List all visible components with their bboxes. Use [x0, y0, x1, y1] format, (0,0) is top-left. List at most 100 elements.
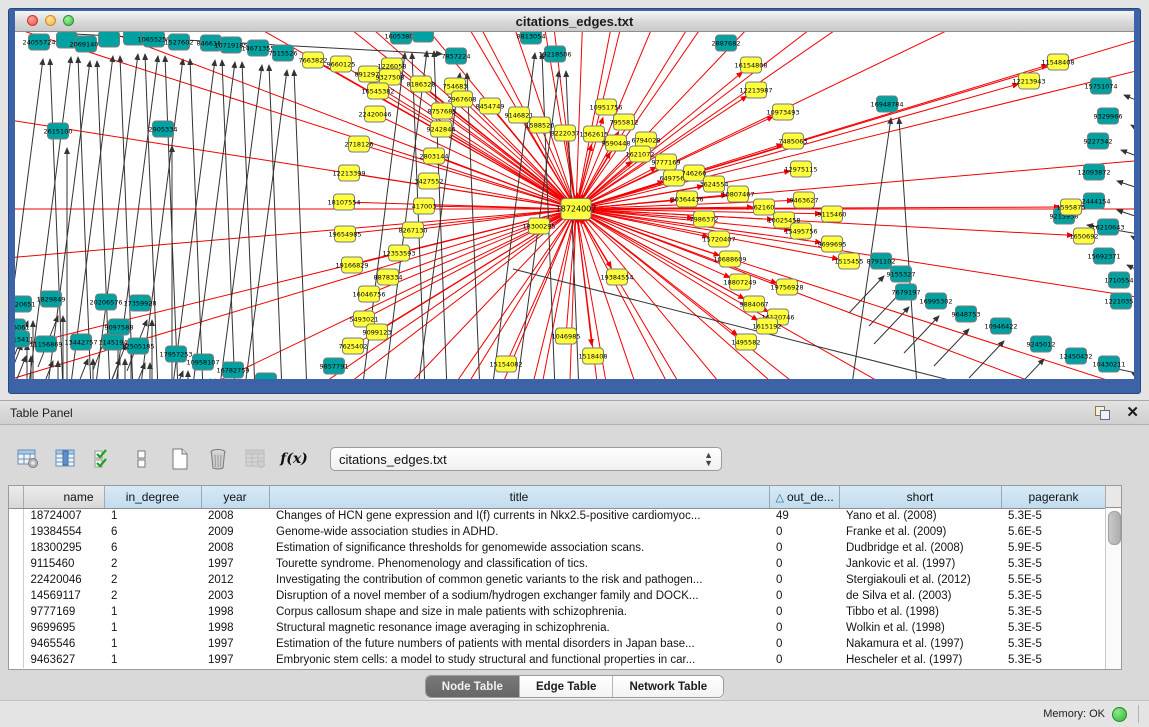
cell-pagerank[interactable]: 5.5E-5	[1001, 572, 1106, 588]
cell-title[interactable]: Genome-wide association studies in ADHD.	[269, 524, 769, 540]
citation-network-graph[interactable]: 2405572420691406106552571527602846616010…	[15, 32, 1134, 379]
cell-name[interactable]: 9465546	[23, 636, 104, 652]
graph-node[interactable]	[99, 32, 120, 47]
function-builder-icon[interactable]: f(x)	[280, 445, 308, 473]
cell-short[interactable]: Jankovic et al. (1997)	[839, 556, 1001, 572]
cell-name[interactable]: 9463627	[23, 652, 104, 668]
cell-in_degree[interactable]: 1	[104, 652, 201, 668]
cell-title[interactable]: Structural magnetic resonance image aver…	[269, 620, 769, 636]
cell-out_degree[interactable]: 0	[769, 572, 839, 588]
cell-title[interactable]: Tourette syndrome. Phenomenology and cla…	[269, 556, 769, 572]
cell-year[interactable]: 1997	[201, 652, 269, 668]
cell-out_degree[interactable]: 0	[769, 556, 839, 572]
column-header-in_degree[interactable]: in_degree	[104, 486, 201, 508]
column-visibility-icon[interactable]	[90, 445, 118, 473]
cell-short[interactable]: Nakamura et al. (1997)	[839, 636, 1001, 652]
cell-title[interactable]: Corpus callosum shape and size in male p…	[269, 604, 769, 620]
cell-year[interactable]: 1997	[201, 636, 269, 652]
tab-network-table[interactable]: Network Table	[613, 676, 723, 697]
cell-year[interactable]: 2008	[201, 540, 269, 556]
cell-out_degree[interactable]: 0	[769, 524, 839, 540]
column-header-title[interactable]: title	[269, 486, 769, 508]
cell-name[interactable]: 9699695	[23, 620, 104, 636]
cell-out_degree[interactable]: 0	[769, 620, 839, 636]
table-row[interactable]: 1938455462009Genome-wide association stu…	[9, 524, 1106, 540]
table-row[interactable]: 1872400712008Changes of HCN gene express…	[9, 508, 1106, 524]
table-row[interactable]: 977716911998Corpus callosum shape and si…	[9, 604, 1106, 620]
cell-pagerank[interactable]: 5.6E-5	[1001, 524, 1106, 540]
cell-pagerank[interactable]: 5.3E-5	[1001, 508, 1106, 524]
cell-short[interactable]: Hescheler et al. (1997)	[839, 652, 1001, 668]
cell-short[interactable]: Franke et al. (2009)	[839, 524, 1001, 540]
minimize-window-button[interactable]	[45, 15, 56, 26]
network-window-titlebar[interactable]: citations_edges.txt	[15, 11, 1134, 32]
cell-short[interactable]: Stergiakouli et al. (2012)	[839, 572, 1001, 588]
zoom-window-button[interactable]	[63, 15, 74, 26]
show-columns-icon[interactable]	[52, 445, 80, 473]
column-header-out_degree[interactable]: △out_de...	[769, 486, 839, 508]
cell-short[interactable]: Dudbridge et al. (2008)	[839, 540, 1001, 556]
column-header-year[interactable]: year	[201, 486, 269, 508]
cell-in_degree[interactable]: 1	[104, 604, 201, 620]
cell-in_degree[interactable]: 6	[104, 524, 201, 540]
cell-in_degree[interactable]: 1	[104, 636, 201, 652]
scrollbar-thumb[interactable]	[1108, 511, 1121, 545]
cell-short[interactable]: Tibbo et al. (1998)	[839, 604, 1001, 620]
table-row[interactable]: 911546021997Tourette syndrome. Phenomeno…	[9, 556, 1106, 572]
cell-pagerank[interactable]: 5.9E-5	[1001, 540, 1106, 556]
cell-short[interactable]: de Silva et al. (2003)	[839, 588, 1001, 604]
create-column-icon[interactable]	[166, 445, 194, 473]
cell-out_degree[interactable]: 0	[769, 588, 839, 604]
cell-pagerank[interactable]: 5.3E-5	[1001, 604, 1106, 620]
cell-name[interactable]: 14569117	[23, 588, 104, 604]
cell-year[interactable]: 1998	[201, 604, 269, 620]
table-row[interactable]: 1456911722003Disruption of a novel membe…	[9, 588, 1106, 604]
table-select-dropdown[interactable]: citations_edges.txt▲▼	[330, 447, 722, 471]
cell-title[interactable]: Estimation of significance thresholds fo…	[269, 540, 769, 556]
cell-title[interactable]: Changes of HCN gene expression and I(f) …	[269, 508, 769, 524]
cell-name[interactable]: 22420046	[23, 572, 104, 588]
table-row[interactable]: 946362711997Embryonic stem cells: a mode…	[9, 652, 1106, 668]
cell-title[interactable]: Embryonic stem cells: a model to study s…	[269, 652, 769, 668]
cell-title[interactable]: Estimation of the future numbers of pati…	[269, 636, 769, 652]
cell-name[interactable]: 9115460	[23, 556, 104, 572]
cell-out_degree[interactable]: 0	[769, 604, 839, 620]
cell-pagerank[interactable]: 5.3E-5	[1001, 636, 1106, 652]
table-row[interactable]: 946554611997Estimation of the future num…	[9, 636, 1106, 652]
row-height-icon[interactable]	[128, 445, 156, 473]
cell-short[interactable]: Wolkin et al. (1998)	[839, 620, 1001, 636]
delete-column-icon[interactable]	[204, 445, 232, 473]
cell-name[interactable]: 18724007	[23, 508, 104, 524]
cell-pagerank[interactable]: 5.3E-5	[1001, 620, 1106, 636]
cell-name[interactable]: 9777169	[23, 604, 104, 620]
cell-pagerank[interactable]: 5.3E-5	[1001, 556, 1106, 572]
cell-out_degree[interactable]: 0	[769, 540, 839, 556]
table-mode-icon[interactable]	[14, 445, 42, 473]
cell-name[interactable]: 18300295	[23, 540, 104, 556]
cell-out_degree[interactable]: 0	[769, 652, 839, 668]
cell-name[interactable]: 19384554	[23, 524, 104, 540]
tab-node-table[interactable]: Node Table	[426, 676, 520, 697]
cell-pagerank[interactable]: 5.3E-5	[1001, 652, 1106, 668]
table-row[interactable]: 2242004622012Investigating the contribut…	[9, 572, 1106, 588]
cell-in_degree[interactable]: 6	[104, 540, 201, 556]
cell-out_degree[interactable]: 49	[769, 508, 839, 524]
cell-in_degree[interactable]: 2	[104, 588, 201, 604]
cell-in_degree[interactable]: 2	[104, 556, 201, 572]
cell-in_degree[interactable]: 1	[104, 620, 201, 636]
column-header-short[interactable]: short	[839, 486, 1001, 508]
cell-pagerank[interactable]: 5.3E-5	[1001, 588, 1106, 604]
cell-title[interactable]: Disruption of a novel member of a sodium…	[269, 588, 769, 604]
cell-year[interactable]: 2008	[201, 508, 269, 524]
graph-node[interactable]	[413, 32, 434, 42]
cell-in_degree[interactable]: 2	[104, 572, 201, 588]
cell-in_degree[interactable]: 1	[104, 508, 201, 524]
table-row[interactable]: 969969511998Structural magnetic resonanc…	[9, 620, 1106, 636]
tab-edge-table[interactable]: Edge Table	[520, 676, 614, 697]
column-header-pagerank[interactable]: pagerank	[1001, 486, 1106, 508]
cell-out_degree[interactable]: 0	[769, 636, 839, 652]
float-panel-icon[interactable]	[1095, 406, 1110, 420]
table-row[interactable]: 1830029562008Estimation of significance …	[9, 540, 1106, 556]
network-canvas[interactable]: 2405572420691406106552571527602846616010…	[15, 32, 1134, 379]
cell-year[interactable]: 1998	[201, 620, 269, 636]
